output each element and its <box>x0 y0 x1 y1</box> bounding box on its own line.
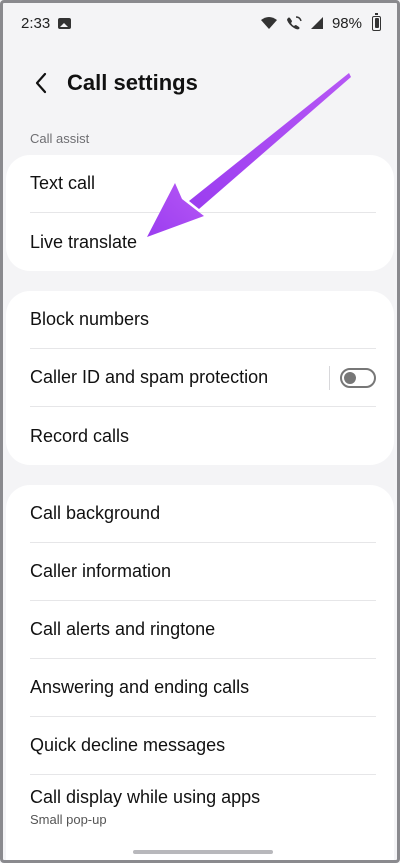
wifi-icon <box>260 16 278 30</box>
setting-caller-id-spam[interactable]: Caller ID and spam protection <box>30 349 376 407</box>
setting-answering-ending[interactable]: Answering and ending calls <box>30 659 376 717</box>
battery-percentage: 98% <box>331 14 362 32</box>
setting-quick-decline[interactable]: Quick decline messages <box>30 717 376 775</box>
setting-label: Text call <box>30 173 96 193</box>
setting-label: Call alerts and ringtone <box>30 619 216 639</box>
status-bar: 2:33 98% <box>3 3 397 43</box>
vertical-divider <box>329 365 330 390</box>
status-time: 2:33 <box>21 14 51 32</box>
caller-id-toggle[interactable] <box>340 367 376 388</box>
setting-label: Record calls <box>30 425 130 446</box>
back-button[interactable] <box>19 61 63 105</box>
setting-label: Caller ID and spam protection <box>30 367 269 387</box>
app-header: Call settings <box>3 61 397 105</box>
setting-record-calls[interactable]: Record calls <box>30 407 376 465</box>
status-right: 98% <box>260 12 381 32</box>
setting-label: Call display while using apps <box>30 787 261 807</box>
setting-sublabel: Small pop-up <box>30 812 107 827</box>
card-call-options: Call background Caller information Call … <box>6 485 394 860</box>
toggle-knob <box>344 371 356 384</box>
home-indicator <box>133 850 273 854</box>
setting-label: Call background <box>30 503 161 523</box>
setting-call-alerts-ringtone[interactable]: Call alerts and ringtone <box>30 601 376 659</box>
setting-label: Caller information <box>30 561 172 581</box>
wifi-calling-icon <box>286 16 302 30</box>
setting-caller-information[interactable]: Caller information <box>30 543 376 601</box>
card-blocking: Block numbers Caller ID and spam protect… <box>6 291 394 465</box>
setting-text-call[interactable]: Text call <box>30 155 376 213</box>
setting-live-translate[interactable]: Live translate <box>30 213 376 271</box>
setting-label: Live translate <box>30 231 138 252</box>
setting-label: Answering and ending calls <box>30 677 250 697</box>
setting-label: Block numbers <box>30 309 150 329</box>
setting-block-numbers[interactable]: Block numbers <box>30 291 376 349</box>
setting-call-display[interactable]: Call display while using apps Small pop-… <box>30 775 376 839</box>
setting-label: Quick decline messages <box>30 735 226 755</box>
page-title: Call settings <box>67 70 198 95</box>
gallery-icon <box>58 17 72 29</box>
toggle-wrap <box>329 365 376 390</box>
section-label-call-assist: Call assist <box>30 131 90 146</box>
chevron-left-icon <box>35 72 47 94</box>
card-call-assist: Text call Live translate <box>6 155 394 271</box>
phone-screen: 2:33 98% Call settings Call assist Text … <box>0 0 400 863</box>
setting-call-background[interactable]: Call background <box>30 485 376 543</box>
battery-icon <box>372 12 381 31</box>
status-left: 2:33 <box>21 14 72 32</box>
signal-icon <box>310 16 324 30</box>
